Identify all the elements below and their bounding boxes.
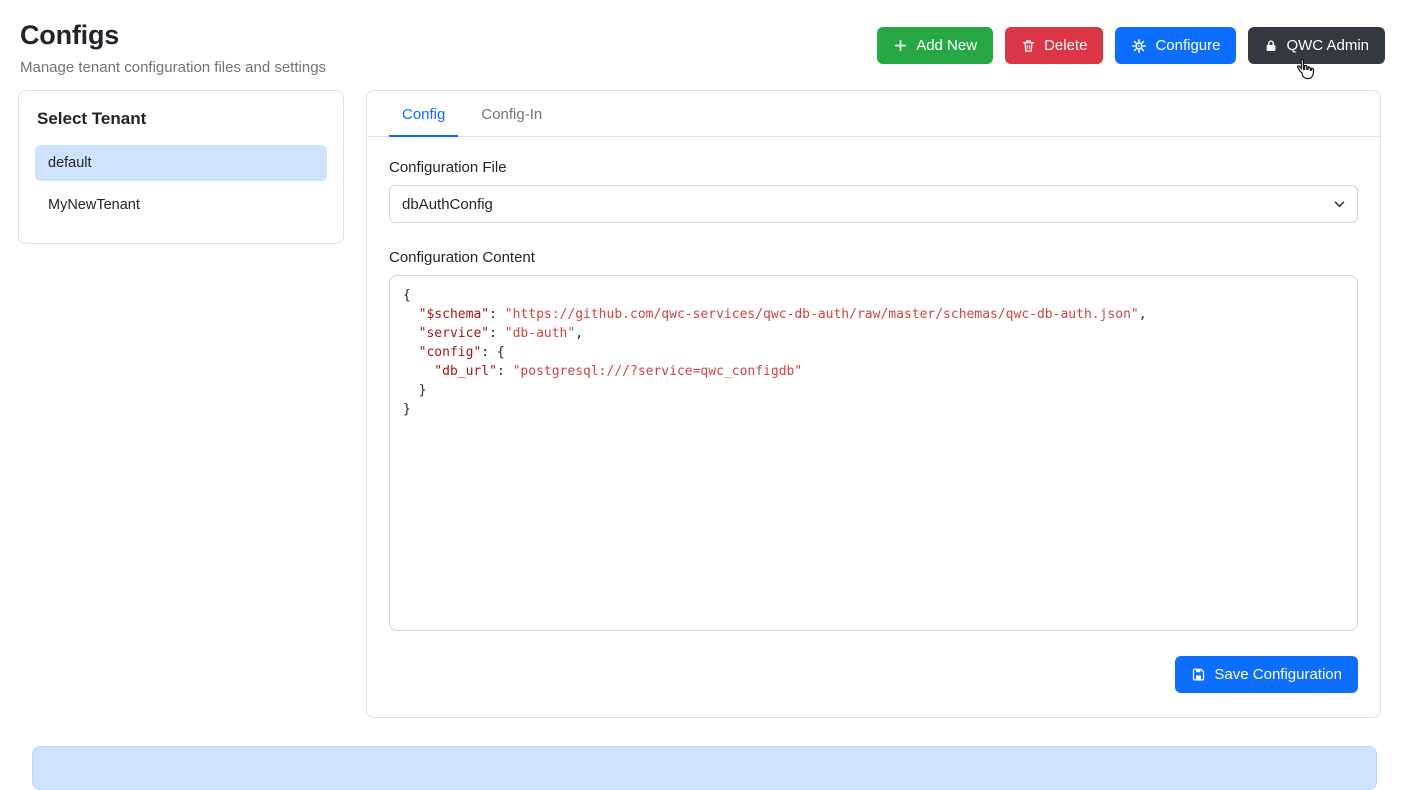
- config-form: Configuration File dbAuthConfig Configur…: [367, 137, 1380, 717]
- add-new-label: Add New: [916, 37, 977, 54]
- tenant-item-mynewtenant[interactable]: MyNewTenant: [35, 187, 327, 223]
- add-new-button[interactable]: Add New: [877, 27, 993, 64]
- save-icon: [1191, 667, 1206, 682]
- tab-bar: Config Config-In: [367, 91, 1380, 137]
- save-configuration-label: Save Configuration: [1214, 666, 1342, 683]
- config-file-select[interactable]: dbAuthConfig: [389, 185, 1358, 223]
- save-configuration-button[interactable]: Save Configuration: [1175, 656, 1358, 693]
- gear-icon: [1131, 38, 1147, 54]
- configs-page: Configs Manage tenant configuration file…: [0, 0, 1409, 762]
- qwc-admin-button[interactable]: QWC Admin: [1248, 27, 1385, 64]
- trash-icon: [1021, 38, 1036, 54]
- tenant-item-default[interactable]: default: [35, 145, 327, 181]
- info-alert: [32, 746, 1377, 790]
- delete-button[interactable]: Delete: [1005, 27, 1103, 64]
- tenant-panel: Select Tenant default MyNewTenant: [18, 90, 344, 244]
- save-row: Save Configuration: [389, 656, 1358, 693]
- plus-icon: [893, 38, 908, 53]
- delete-label: Delete: [1044, 37, 1087, 54]
- tenant-panel-title: Select Tenant: [35, 109, 327, 129]
- tab-config-in[interactable]: Config-In: [468, 91, 555, 137]
- config-card: Config Config-In Configuration File dbAu…: [366, 90, 1381, 718]
- page-header: Configs Manage tenant configuration file…: [0, 0, 1409, 88]
- tab-config[interactable]: Config: [389, 91, 458, 137]
- config-editor[interactable]: { "$schema": "https://github.com/qwc-ser…: [389, 275, 1358, 631]
- page-subtitle: Manage tenant configuration files and se…: [20, 59, 326, 76]
- toolbar: Add New Delete: [877, 20, 1385, 64]
- config-file-label: Configuration File: [389, 159, 1358, 176]
- lock-icon: [1264, 38, 1278, 54]
- config-file-select-wrap: dbAuthConfig: [389, 185, 1358, 223]
- qwc-admin-label: QWC Admin: [1286, 37, 1369, 54]
- config-content-label: Configuration Content: [389, 249, 1358, 266]
- page-title-block: Configs Manage tenant configuration file…: [20, 20, 326, 76]
- configure-button[interactable]: Configure: [1115, 27, 1236, 64]
- page-title: Configs: [20, 20, 326, 51]
- content-row: Select Tenant default MyNewTenant Config…: [0, 88, 1409, 718]
- configure-label: Configure: [1155, 37, 1220, 54]
